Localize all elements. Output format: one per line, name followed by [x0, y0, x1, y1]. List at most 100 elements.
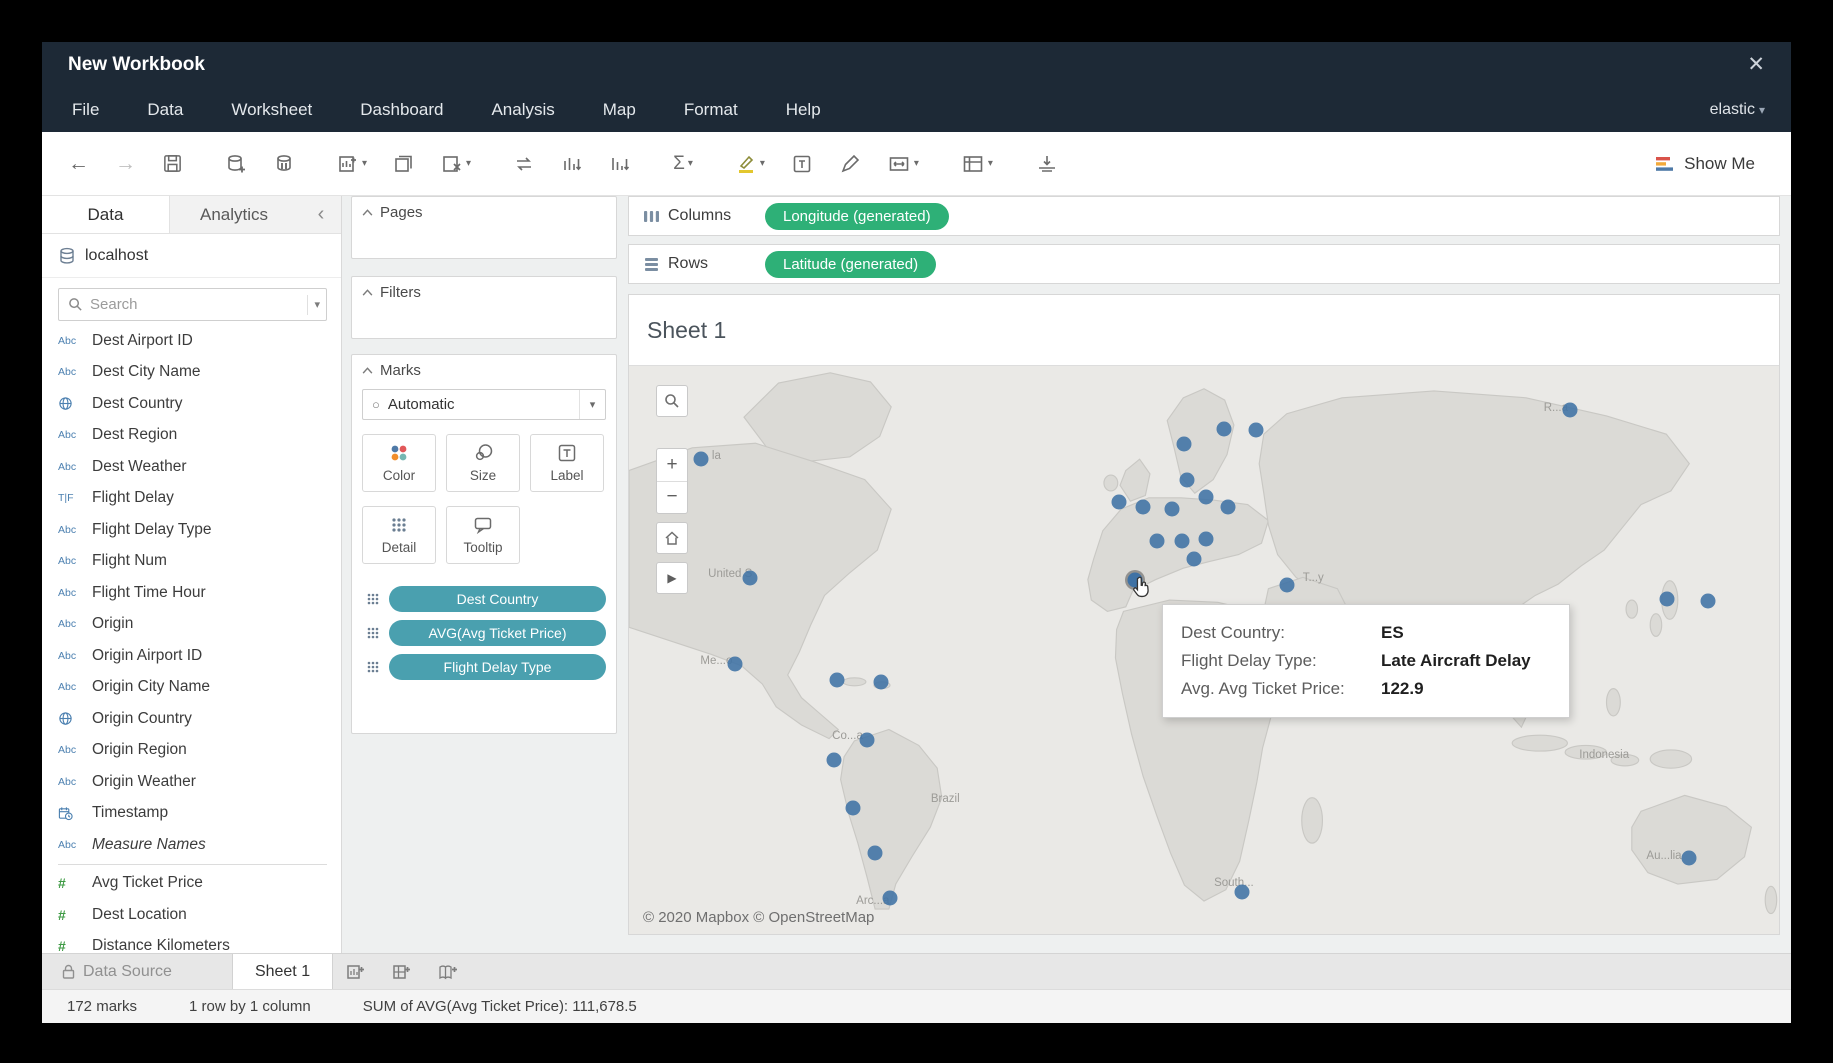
map-mark[interactable]	[1562, 403, 1577, 418]
map-mark[interactable]	[742, 571, 757, 586]
new-story-tab-button[interactable]	[425, 954, 471, 989]
menu-item-data[interactable]: Data	[147, 100, 183, 119]
duplicate-icon[interactable]	[393, 153, 415, 175]
field-item[interactable]: AbcOrigin Region	[42, 735, 341, 767]
tab-data[interactable]: Data	[42, 196, 170, 233]
zoom-out-button[interactable]: −	[657, 482, 687, 514]
map-mark[interactable]	[1682, 851, 1697, 866]
label-button[interactable]: Label	[530, 434, 604, 492]
map-mark[interactable]	[873, 674, 888, 689]
map-mark[interactable]	[860, 733, 875, 748]
map-mark[interactable]	[1216, 422, 1231, 437]
field-item[interactable]: T|FFlight Delay	[42, 483, 341, 515]
tooltip-button[interactable]: Tooltip	[446, 506, 520, 564]
field-item[interactable]: Timestamp	[42, 798, 341, 830]
map-mark[interactable]	[1248, 423, 1263, 438]
menu-item-file[interactable]: File	[72, 100, 99, 119]
new-worksheet-tab-button[interactable]	[333, 954, 379, 989]
rows-shelf[interactable]: Rows Latitude (generated)	[628, 244, 1780, 284]
save-icon[interactable]	[162, 153, 183, 174]
map-mark[interactable]	[1199, 489, 1214, 504]
search-options-icon[interactable]: ▾	[314, 298, 320, 311]
undo-icon[interactable]: ←	[68, 152, 89, 176]
field-item[interactable]: AbcDest Airport ID	[42, 325, 341, 357]
mark-type-dropdown[interactable]: ○ Automatic ▾	[362, 389, 606, 420]
detail-button[interactable]: Detail	[362, 506, 436, 564]
map-pan-button[interactable]: ▶	[656, 562, 688, 594]
map-mark[interactable]	[830, 672, 845, 687]
map-mark[interactable]	[1221, 499, 1236, 514]
new-worksheet-icon[interactable]: ▾	[337, 153, 367, 175]
tab-data-source[interactable]: Data Source	[42, 954, 196, 989]
field-item[interactable]: AbcMeasure Names	[42, 829, 341, 861]
map-mark[interactable]	[883, 890, 898, 905]
map-mark[interactable]	[1279, 578, 1294, 593]
show-labels-icon[interactable]	[791, 153, 813, 175]
new-dashboard-tab-button[interactable]	[379, 954, 425, 989]
map-view[interactable]: laUnited SMe...oCo...aBrazilAlg...T...yR…	[629, 365, 1779, 934]
field-item[interactable]: AbcOrigin	[42, 609, 341, 641]
map-mark[interactable]	[1164, 501, 1179, 516]
clear-sheet-icon[interactable]: ▾	[441, 153, 471, 175]
tab-analytics[interactable]: Analytics	[170, 196, 298, 233]
user-menu[interactable]: elastic▾	[1710, 101, 1765, 119]
map-mark[interactable]	[1700, 593, 1715, 608]
pause-updates-icon[interactable]	[273, 153, 295, 175]
menu-item-format[interactable]: Format	[684, 100, 738, 119]
new-data-source-icon[interactable]	[225, 153, 247, 175]
map-mark[interactable]	[1177, 437, 1192, 452]
map-mark[interactable]	[1186, 551, 1201, 566]
sort-ascending-icon[interactable]	[561, 153, 583, 175]
field-item[interactable]: AbcDest Weather	[42, 451, 341, 483]
field-item[interactable]: #Dest Location	[42, 899, 341, 931]
map-mark[interactable]	[727, 656, 742, 671]
map-mark[interactable]	[1660, 592, 1675, 607]
sort-descending-icon[interactable]	[609, 153, 631, 175]
size-button[interactable]: Size	[446, 434, 520, 492]
columns-shelf[interactable]: Columns Longitude (generated)	[628, 196, 1780, 236]
map-mark[interactable]	[1234, 884, 1249, 899]
data-source-connection[interactable]: localhost	[42, 234, 341, 278]
presentation-icon[interactable]	[1035, 153, 1059, 175]
menu-item-map[interactable]: Map	[603, 100, 636, 119]
zoom-home-button[interactable]	[656, 522, 688, 554]
close-icon[interactable]: ✕	[1747, 52, 1765, 77]
map-mark[interactable]	[1175, 533, 1190, 548]
map-mark[interactable]	[868, 846, 883, 861]
format-icon[interactable]	[839, 153, 861, 175]
field-item[interactable]: AbcDest City Name	[42, 357, 341, 389]
menu-item-help[interactable]: Help	[786, 100, 821, 119]
show-me-button[interactable]: Show Me	[1655, 154, 1755, 174]
map-mark[interactable]	[846, 800, 861, 815]
field-item[interactable]: Origin Country	[42, 703, 341, 735]
fit-icon[interactable]: ▾	[887, 153, 919, 175]
menu-item-analysis[interactable]: Analysis	[491, 100, 554, 119]
highlight-icon[interactable]: ▾	[735, 153, 765, 175]
field-item[interactable]: AbcOrigin City Name	[42, 672, 341, 704]
map-mark[interactable]	[1136, 499, 1151, 514]
map-search-button[interactable]	[656, 385, 688, 417]
field-item[interactable]: Dest Country	[42, 388, 341, 420]
field-item[interactable]: AbcDest Region	[42, 420, 341, 452]
color-button[interactable]: Color	[362, 434, 436, 492]
menu-item-worksheet[interactable]: Worksheet	[231, 100, 312, 119]
map-mark-hovered[interactable]	[1128, 572, 1143, 587]
collapse-pane-icon[interactable]: ‹	[301, 196, 341, 233]
field-item[interactable]: AbcOrigin Airport ID	[42, 640, 341, 672]
marks-pill[interactable]: AVG(Avg Ticket Price)	[389, 620, 606, 646]
map-mark[interactable]	[694, 452, 709, 467]
chevron-up-icon[interactable]	[362, 367, 373, 374]
map-mark[interactable]	[826, 753, 841, 768]
field-item[interactable]: AbcFlight Num	[42, 546, 341, 578]
show-cards-icon[interactable]: ▾	[961, 153, 993, 175]
pill-longitude[interactable]: Longitude (generated)	[765, 203, 949, 230]
totals-icon[interactable]: Σ▾	[673, 153, 693, 175]
search-input[interactable]	[90, 296, 307, 313]
chevron-up-icon[interactable]	[362, 209, 373, 216]
map-mark[interactable]	[1179, 473, 1194, 488]
marks-pill[interactable]: Flight Delay Type	[389, 654, 606, 680]
field-item[interactable]: AbcFlight Time Hour	[42, 577, 341, 609]
chevron-up-icon[interactable]	[362, 289, 373, 296]
field-item[interactable]: AbcFlight Delay Type	[42, 514, 341, 546]
map-mark[interactable]	[1199, 531, 1214, 546]
